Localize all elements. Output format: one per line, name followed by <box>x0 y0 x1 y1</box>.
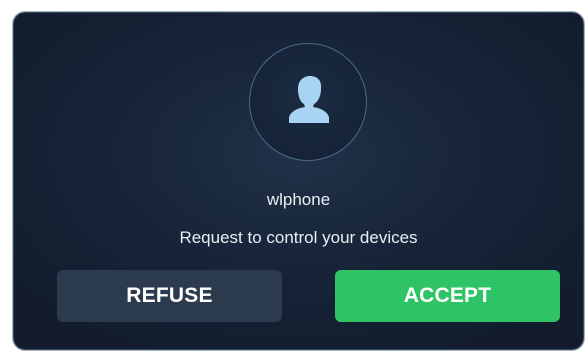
request-message: Request to control your devices <box>179 228 418 247</box>
requester-name: wlphone <box>266 190 331 209</box>
user-silhouette-icon <box>289 76 329 123</box>
control-request-dialog: wlphone Request to control your devices … <box>13 12 584 350</box>
refuse-button[interactable]: REFUSE <box>57 270 282 322</box>
accept-button[interactable]: ACCEPT <box>335 270 560 322</box>
avatar <box>249 43 367 161</box>
